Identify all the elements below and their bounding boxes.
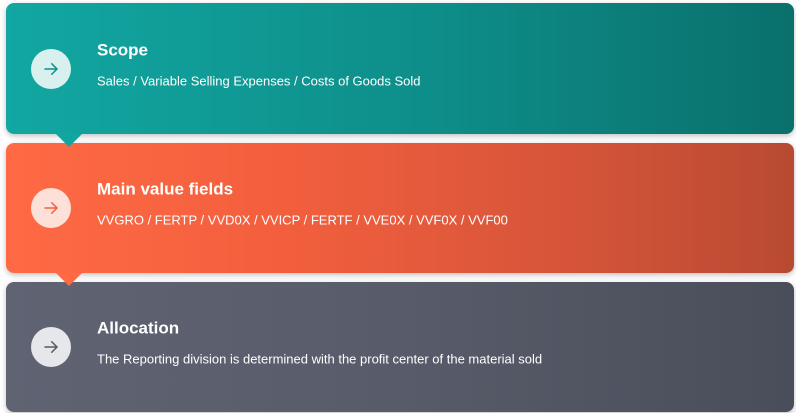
pointer-notch: [56, 134, 82, 147]
main-value-fields-card: Main value fields VVGRO / FERTP / VVD0X …: [6, 143, 794, 286]
arrow-right-icon: [31, 327, 71, 367]
card-description: The Reporting division is determined wit…: [97, 351, 543, 367]
arrow-right-icon: [31, 48, 71, 89]
allocation-text: Allocation The Reporting division is det…: [97, 319, 543, 372]
process-cards: Scope Sales / Variable Selling Expenses …: [0, 0, 796, 413]
pointer-notch: [56, 273, 82, 286]
card-description: Sales / Variable Selling Expenses / Cost…: [97, 73, 421, 88]
card-title: Scope: [97, 40, 149, 59]
allocation-card: Allocation The Reporting division is det…: [6, 282, 794, 412]
card-description: VVGRO / FERTP / VVD0X / VVICP / FERTF / …: [97, 212, 508, 228]
scope-text: Scope Sales / Variable Selling Expenses …: [97, 40, 421, 93]
card-title: Allocation: [97, 318, 180, 338]
arrow-right-icon: [31, 188, 71, 228]
card-title: Main value fields: [97, 179, 234, 199]
scope-card: Scope Sales / Variable Selling Expenses …: [6, 3, 794, 147]
main-value-fields-text: Main value fields VVGRO / FERTP / VVD0X …: [97, 180, 508, 233]
